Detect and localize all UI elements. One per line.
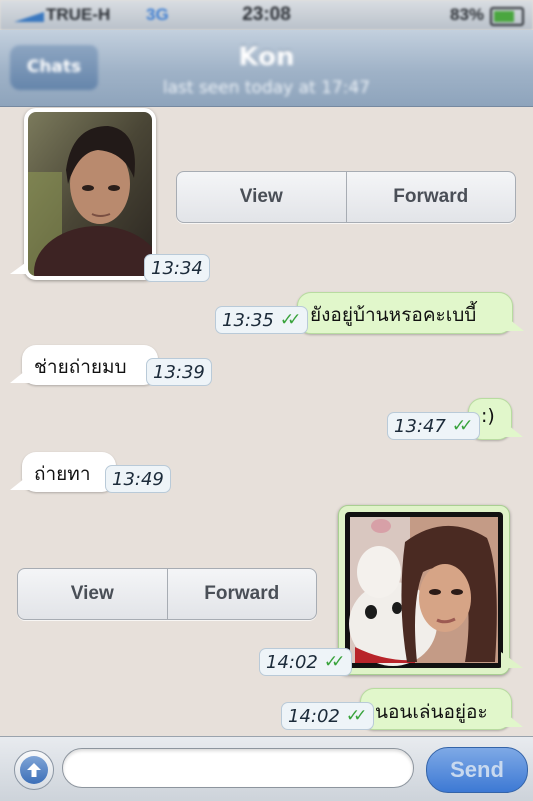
- photo-thumbnail[interactable]: [345, 512, 503, 668]
- send-button[interactable]: Send: [426, 747, 528, 793]
- outgoing-message-bubble[interactable]: ยังอยู่บ้านหรอคะเบบี้: [297, 292, 513, 334]
- photo-action-buttons: View Forward: [176, 171, 516, 223]
- forward-photo-button[interactable]: Forward: [166, 569, 317, 619]
- timestamp-text: 14:02: [288, 705, 340, 727]
- message-text-input[interactable]: [62, 748, 414, 788]
- timestamp-text: 13:39: [153, 361, 205, 383]
- read-receipt-check-icon: ✓✓: [279, 310, 301, 330]
- message-timestamp: 14:02 ✓✓: [259, 648, 353, 676]
- upload-arrow-icon: [20, 756, 48, 784]
- timestamp-text: 13:35: [222, 309, 274, 331]
- photo-image-icon: [28, 112, 152, 276]
- outgoing-message-bubble[interactable]: นอนเล่นอยู่อะ: [360, 688, 512, 730]
- status-bar: TRUE-H 3G 23:08 83%: [0, 0, 533, 30]
- view-photo-button[interactable]: View: [177, 172, 346, 222]
- contact-name-title[interactable]: Kon: [0, 42, 533, 72]
- timestamp-text: 13:49: [112, 468, 164, 490]
- photo-thumbnail[interactable]: [28, 112, 152, 276]
- incoming-message-bubble[interactable]: ช่ายถ่ายมบ: [22, 345, 158, 385]
- navigation-bar-content: Chats Kon last seen today at 17:47: [0, 30, 533, 106]
- last-seen-subtitle: last seen today at 17:47: [162, 78, 371, 98]
- forward-photo-button[interactable]: Forward: [345, 172, 516, 222]
- chat-thread[interactable]: 13:34 View Forward ยังอยู่บ้านหรอคะเบบี้…: [0, 106, 533, 736]
- message-timestamp: 13:49: [105, 465, 171, 493]
- outgoing-photo-message[interactable]: [338, 505, 510, 675]
- read-receipt-check-icon: ✓✓: [323, 652, 345, 672]
- timestamp-text: 13:47: [394, 415, 446, 437]
- message-text: :): [481, 405, 495, 427]
- battery-percent: 83%: [450, 5, 485, 24]
- message-text: ยังอยู่บ้านหรอคะเบบี้: [310, 304, 477, 326]
- incoming-photo-message[interactable]: [24, 108, 156, 280]
- photo-action-buttons: View Forward: [17, 568, 317, 620]
- message-text: นอนเล่นอยู่อะ: [375, 701, 488, 723]
- read-receipt-check-icon: ✓✓: [345, 706, 367, 726]
- message-timestamp: 13:34: [144, 254, 210, 282]
- timestamp-text: 13:34: [151, 257, 203, 279]
- message-text: ช่ายถ่ายมบ: [34, 356, 127, 378]
- message-timestamp: 14:02 ✓✓: [281, 702, 375, 730]
- message-timestamp: 13:47 ✓✓: [387, 412, 481, 440]
- incoming-message-bubble[interactable]: ถ่ายทา: [22, 452, 116, 492]
- timestamp-text: 14:02: [266, 651, 318, 673]
- message-timestamp: 13:35 ✓✓: [215, 306, 309, 334]
- view-photo-button[interactable]: View: [18, 569, 167, 619]
- navigation-bar: Chats Kon last seen today at 17:47: [0, 30, 533, 107]
- read-receipt-check-icon: ✓✓: [451, 416, 473, 436]
- message-input-bar: Send: [0, 736, 533, 801]
- message-text: ถ่ายทา: [34, 463, 91, 485]
- battery-icon: [490, 7, 524, 26]
- attach-media-button[interactable]: [14, 750, 54, 790]
- photo-image-icon: [349, 517, 498, 666]
- message-timestamp: 13:39: [146, 358, 212, 386]
